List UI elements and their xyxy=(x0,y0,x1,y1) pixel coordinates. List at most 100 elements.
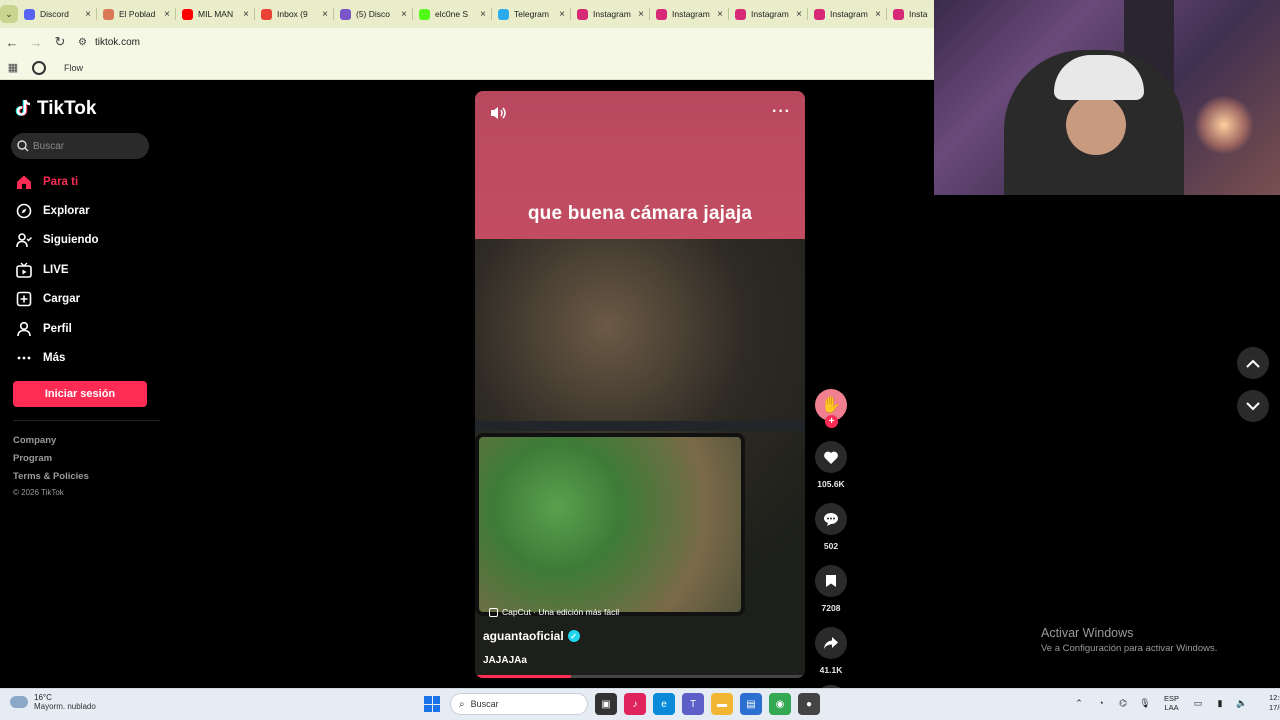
close-icon[interactable]: × xyxy=(243,9,249,20)
edge-icon[interactable]: e xyxy=(653,693,675,715)
close-icon[interactable]: × xyxy=(717,9,723,20)
logo-text: TikTok xyxy=(37,98,97,119)
sidebar-item-profile[interactable]: Perfil xyxy=(15,314,165,343)
sidebar-item-following[interactable]: Siguiendo xyxy=(15,226,165,255)
sidebar-item-upload[interactable]: Cargar xyxy=(15,285,165,314)
teams-icon[interactable]: T xyxy=(682,693,704,715)
close-icon[interactable]: × xyxy=(85,9,91,20)
bookmark-flow[interactable]: Flow xyxy=(64,63,83,73)
browser-tab[interactable]: (5) Disco × xyxy=(334,0,413,28)
taskbar-search[interactable]: ⌕ Buscar xyxy=(450,693,588,715)
previous-video-button[interactable] xyxy=(1237,347,1269,379)
search-box[interactable] xyxy=(11,133,149,159)
follow-button[interactable]: + xyxy=(825,415,838,428)
bookmark-icon xyxy=(826,575,836,587)
sidebar-item-more[interactable]: Más xyxy=(15,343,165,372)
compass-icon xyxy=(15,202,33,220)
telegram-icon xyxy=(498,8,509,20)
browser-tab[interactable]: MIL MAN × xyxy=(176,0,255,28)
author-avatar[interactable]: ✋ + xyxy=(815,389,847,428)
sidebar-item-compass[interactable]: Explorar xyxy=(15,196,165,225)
tiktok-app-icon[interactable]: ♪ xyxy=(624,693,646,715)
tiktok-logo[interactable]: TikTok xyxy=(15,98,96,120)
share-count: 41.1K xyxy=(819,665,843,675)
video-player[interactable]: que buena cámara jajaja ··· CapCut · Una… xyxy=(475,91,805,678)
search-input[interactable] xyxy=(33,140,143,152)
microphone-icon[interactable]: 🎙 xyxy=(1136,698,1154,709)
browser-tab[interactable]: Telegram × xyxy=(492,0,571,28)
battery-icon[interactable]: ▮ xyxy=(1211,698,1229,709)
capcut-text: CapCut · Una edición más fácil xyxy=(502,607,620,617)
copyright-text: © 2026 TikTok xyxy=(13,488,64,497)
sidebar-item-live[interactable]: LIVE xyxy=(15,255,165,284)
close-icon[interactable]: × xyxy=(559,9,565,20)
chevron-up-icon xyxy=(1246,359,1260,368)
windows-start-icon[interactable] xyxy=(424,696,440,712)
comment-button[interactable] xyxy=(815,503,847,535)
file-explorer-icon[interactable]: ▬ xyxy=(711,693,733,715)
share-action: 41.1K xyxy=(813,627,849,675)
forward-button[interactable]: → xyxy=(24,30,48,54)
volume-icon[interactable] xyxy=(489,105,507,121)
browser-tab[interactable]: Discord × xyxy=(18,0,97,28)
weather-widget[interactable]: 16°C Mayorm. nublado xyxy=(10,693,96,711)
capcut-label[interactable]: CapCut · Una edición más fácil xyxy=(489,607,619,617)
browser-tab[interactable]: Instagram × xyxy=(808,0,887,28)
more-options-icon[interactable]: ··· xyxy=(772,103,791,121)
apps-grid-icon[interactable]: ▦ xyxy=(0,61,26,74)
hand-emoji-icon: ✋ xyxy=(821,397,841,414)
close-icon[interactable]: × xyxy=(875,9,881,20)
weather-desc: Mayorm. nublado xyxy=(34,702,96,711)
browser-tab[interactable]: Instagram × xyxy=(571,0,650,28)
close-icon[interactable]: × xyxy=(480,9,486,20)
watermark-subtitle: Ve a Configuración para activar Windows. xyxy=(1041,643,1218,654)
back-button[interactable]: ← xyxy=(0,30,24,54)
task-view-icon[interactable]: ▣ xyxy=(595,693,617,715)
tab-search-button[interactable]: ⌄ xyxy=(0,0,18,28)
tray-network-icon[interactable]: ⌬ xyxy=(1114,698,1132,709)
video-description: JAJAJAa xyxy=(483,655,527,666)
save-button[interactable] xyxy=(815,565,847,597)
url-field[interactable]: ⚙ tiktok.com xyxy=(78,37,140,48)
close-icon[interactable]: × xyxy=(164,9,170,20)
watermark-title: Activar Windows xyxy=(1041,626,1134,640)
footer-link-company[interactable]: Company xyxy=(13,435,89,453)
footer-link-program[interactable]: Program xyxy=(13,453,89,471)
speaker-icon[interactable]: 🔈 xyxy=(1233,698,1251,709)
display-icon[interactable]: ▭ xyxy=(1189,698,1207,709)
close-icon[interactable]: × xyxy=(638,9,644,20)
close-icon[interactable]: × xyxy=(401,9,407,20)
chrome-icon[interactable]: ◉ xyxy=(769,693,791,715)
browser-tab[interactable]: Inbox (9 × xyxy=(255,0,334,28)
globe-icon[interactable] xyxy=(32,60,46,75)
browser-tab[interactable]: Insta× xyxy=(887,0,934,28)
video-overlay-caption: que buena cámara jajaja xyxy=(527,203,753,224)
browser-tab[interactable]: El Poblad × xyxy=(97,0,176,28)
video-author[interactable]: aguantaoficial ✓ xyxy=(483,629,580,643)
like-button[interactable] xyxy=(815,441,847,473)
clock[interactable]: 12:05 a. m. 17/02/2026 xyxy=(1269,693,1280,713)
sidebar-item-home[interactable]: Para ti xyxy=(15,167,165,196)
browser-tab[interactable]: elc0ne S × xyxy=(413,0,492,28)
instagram-icon xyxy=(735,8,746,20)
footer-link-terms[interactable]: Terms & Policies xyxy=(13,471,89,489)
tab-label: Instagram xyxy=(751,9,789,19)
next-video-button[interactable] xyxy=(1237,390,1269,422)
tray-app-icon[interactable]: ◔ xyxy=(1092,698,1110,708)
tray-chevron-up-icon[interactable]: ⌃ xyxy=(1070,698,1088,709)
site-settings-icon[interactable]: ⚙ xyxy=(78,37,87,48)
store-icon[interactable]: ▤ xyxy=(740,693,762,715)
share-button[interactable] xyxy=(815,627,847,659)
app-icon[interactable]: ● xyxy=(798,693,820,715)
language-indicator[interactable]: ESP LAA xyxy=(1164,694,1179,712)
tab-label: elc0ne S xyxy=(435,9,469,19)
address-bar-row: ← → ↻ ⚙ tiktok.com xyxy=(0,28,934,56)
close-icon[interactable]: × xyxy=(322,9,328,20)
browser-tab[interactable]: Instagram × xyxy=(650,0,729,28)
close-icon[interactable]: × xyxy=(796,9,802,20)
video-progress-bar[interactable] xyxy=(475,675,805,678)
browser-tab[interactable]: Instagram × xyxy=(729,0,808,28)
video-phone-edge xyxy=(475,421,805,431)
login-button[interactable]: Iniciar sesión xyxy=(13,381,147,407)
reload-button[interactable]: ↻ xyxy=(48,30,72,54)
